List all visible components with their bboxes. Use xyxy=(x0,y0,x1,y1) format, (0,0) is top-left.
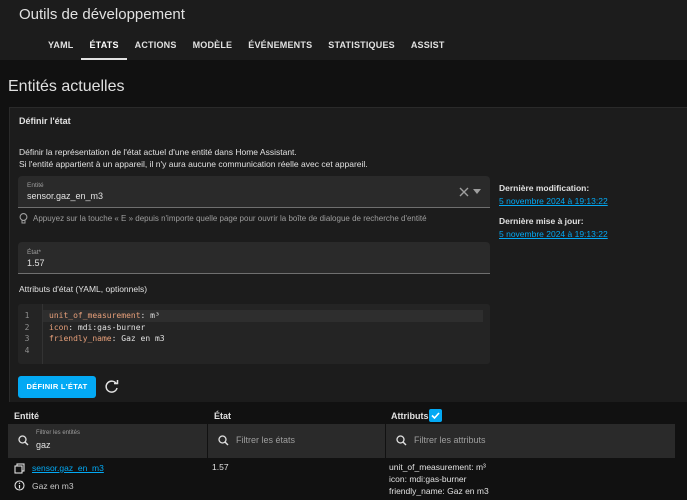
column-header-state: État xyxy=(214,411,232,421)
tab-yaml[interactable]: YAML xyxy=(40,36,81,60)
tab-actions[interactable]: ACTIONS xyxy=(127,36,185,60)
tab-bar: YAML ÉTATS ACTIONS MODÈLE ÉVÉNEMENTS STA… xyxy=(40,36,453,60)
tab-assist[interactable]: ASSIST xyxy=(403,36,453,60)
yaml-editor[interactable]: 1 2 3 4 unit_of_measurement: m³ icon: md… xyxy=(18,304,490,364)
state-filter-placeholder: Filtrer les états xyxy=(236,435,296,445)
description-line-1: Définir la représentation de l'état actu… xyxy=(19,147,297,157)
keyboard-hint: Appuyez sur la touche « E » depuis n'imp… xyxy=(19,213,427,224)
entity-filter-value[interactable]: gaz xyxy=(36,440,51,450)
line-numbers: 1 2 3 4 xyxy=(18,310,36,356)
attributes-filter-placeholder: Filtrer les attributs xyxy=(414,435,486,445)
tab-statistiques[interactable]: STATISTIQUES xyxy=(320,36,403,60)
tab-etats[interactable]: ÉTATS xyxy=(81,36,127,60)
clear-icon[interactable] xyxy=(459,187,469,197)
search-icon xyxy=(396,435,407,446)
code-line: icon: mdi:gas-burner xyxy=(49,322,146,332)
card-description: Définir la représentation de l'état actu… xyxy=(19,146,519,170)
state-filter-input[interactable]: Filtrer les états xyxy=(208,424,386,458)
tab-modele[interactable]: MODÈLE xyxy=(185,36,241,60)
attribute-line: friendly_name: Gaz en m3 xyxy=(389,486,489,496)
description-line-2: Si l'entité appartient à un appareil, il… xyxy=(19,159,368,169)
entity-filter-input[interactable]: Filtrer les entités gaz xyxy=(8,424,208,458)
entity-friendly-name: Gaz en m3 xyxy=(32,481,74,491)
copy-icon[interactable] xyxy=(14,463,25,474)
attributes-checkbox[interactable] xyxy=(429,409,442,422)
line-number: 4 xyxy=(24,345,30,355)
line-number: 2 xyxy=(24,322,30,332)
entity-field-label: Entité xyxy=(27,182,44,189)
attributes-label: Attributs d'état (YAML, optionnels) xyxy=(19,284,148,294)
set-state-card: Définir l'état Définir la représentation… xyxy=(9,107,687,402)
state-input[interactable]: État* 1.57 xyxy=(18,242,490,274)
code-line: friendly_name: Gaz en m3 xyxy=(49,334,165,343)
column-header-entity: Entité xyxy=(14,411,40,421)
last-updated-label: Dernière mise à jour: xyxy=(499,216,584,226)
filter-row: Filtrer les entités gaz Filtrer les état… xyxy=(8,424,675,458)
last-changed-link[interactable]: 5 novembre 2024 à 19:13:22 xyxy=(499,196,608,206)
entity-link[interactable]: sensor.gaz_en_m3 xyxy=(32,463,104,473)
line-number: 3 xyxy=(24,334,30,343)
entity-field-value: sensor.gaz_en_m3 xyxy=(27,191,104,201)
app-title: Outils de développement xyxy=(19,6,185,23)
entity-filter-label: Filtrer les entités xyxy=(36,430,81,436)
state-field-value[interactable]: 1.57 xyxy=(27,258,45,268)
dropdown-arrow-icon[interactable] xyxy=(473,189,481,195)
search-icon xyxy=(18,435,29,446)
app-header: Outils de développement YAML ÉTATS ACTIO… xyxy=(0,0,687,60)
entity-picker[interactable]: Entité sensor.gaz_en_m3 xyxy=(18,176,490,208)
last-updated-link[interactable]: 5 novembre 2024 à 19:13:22 xyxy=(499,229,608,239)
tab-evenements[interactable]: ÉVÉNEMENTS xyxy=(240,36,320,60)
set-state-button[interactable]: DÉFINIR L'ÉTAT xyxy=(18,376,96,398)
attribute-line: icon: mdi:gas-burner xyxy=(389,474,467,484)
column-header-attributes: Attributs xyxy=(391,411,429,421)
last-changed-label: Dernière modification: xyxy=(499,183,590,193)
search-icon xyxy=(218,435,229,446)
hint-text: Appuyez sur la touche « E » depuis n'imp… xyxy=(33,214,427,223)
card-title: Définir l'état xyxy=(19,116,71,126)
info-icon[interactable] xyxy=(14,480,25,491)
state-value: 1.57 xyxy=(212,462,229,472)
refresh-icon[interactable] xyxy=(104,379,120,395)
line-number: 1 xyxy=(24,311,30,320)
check-icon xyxy=(431,412,440,420)
yaml-code[interactable]: unit_of_measurement: m³ icon: mdi:gas-bu… xyxy=(43,310,483,357)
page-title: Entités actuelles xyxy=(8,78,125,95)
attributes-filter-input[interactable]: Filtrer les attributs xyxy=(386,424,675,458)
attribute-line: unit_of_measurement: m³ xyxy=(389,462,486,472)
code-line: unit_of_measurement: m³ xyxy=(43,310,483,322)
lightbulb-icon xyxy=(19,213,28,224)
state-field-label: État* xyxy=(27,249,42,256)
